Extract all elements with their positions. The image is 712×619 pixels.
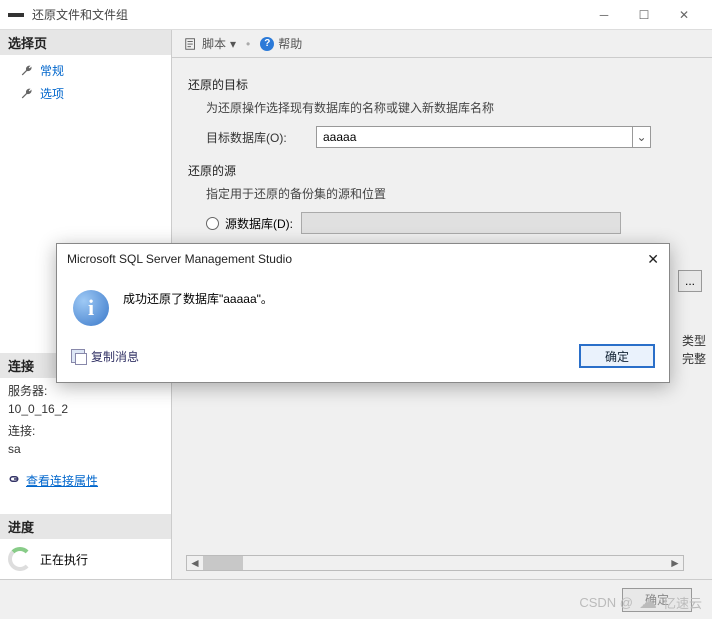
maximize-button[interactable]: ☐: [624, 1, 664, 29]
dialog-close-button[interactable]: ✕: [647, 251, 659, 268]
cloud-icon: ☁: [639, 592, 657, 613]
dialog-message: 成功还原了数据库"aaaaa"。: [123, 290, 273, 307]
scroll-thumb[interactable]: [203, 556, 243, 570]
close-button[interactable]: ✕: [664, 1, 704, 29]
dest-db-row: 目标数据库(O): ⌄: [206, 126, 696, 148]
sidebar-item-options[interactable]: 选项: [0, 82, 171, 105]
script-label: 脚本: [202, 35, 226, 52]
script-dropdown-icon: ▾: [230, 37, 236, 51]
dialog-footer: 复制消息 确定: [57, 336, 669, 382]
dialog-title: Microsoft SQL Server Management Studio: [67, 252, 292, 266]
connection-section: 服务器: 10_0_16_2 连接: sa 查看连接属性: [0, 378, 171, 496]
wrench-icon: [20, 64, 34, 78]
dest-db-label: 目标数据库(O):: [206, 129, 316, 146]
dest-group-title: 还原的目标: [188, 76, 696, 93]
copy-message-label: 复制消息: [91, 348, 139, 365]
src-db-row: 源数据库(D):: [206, 212, 696, 234]
src-group-sub: 指定用于还原的备份集的源和位置: [206, 185, 696, 202]
window-controls: ─ ☐ ✕: [584, 1, 704, 29]
info-icon: i: [73, 290, 109, 326]
success-dialog: Microsoft SQL Server Management Studio ✕…: [56, 243, 670, 383]
conn-label: 连接:: [8, 422, 163, 440]
partial-column-text: 类型 完整: [682, 332, 706, 368]
minimize-button[interactable]: ─: [584, 1, 624, 29]
dest-db-combo[interactable]: ⌄: [316, 126, 651, 148]
sidebar-item-label: 选项: [40, 85, 64, 102]
src-group-title: 还原的源: [188, 162, 696, 179]
progress-row: 正在执行: [0, 539, 171, 579]
watermark: CSDN @ ☁ 亿速云: [579, 592, 702, 613]
help-icon: ?: [260, 37, 274, 51]
server-value: 10_0_16_2: [8, 400, 163, 418]
chevron-down-icon[interactable]: ⌄: [632, 127, 650, 147]
toolbar-separator: •: [246, 37, 250, 51]
select-page-header: 选择页: [0, 30, 171, 55]
sidebar-item-general[interactable]: 常规: [0, 59, 171, 82]
window-titlebar: 还原文件和文件组 ─ ☐ ✕: [0, 0, 712, 30]
script-icon: [184, 37, 198, 51]
col-full-fragment: 完整: [682, 350, 706, 368]
link-icon: [8, 473, 20, 485]
script-button[interactable]: 脚本 ▾: [180, 33, 240, 54]
content-toolbar: 脚本 ▾ • ? 帮助: [172, 30, 712, 58]
src-db-radio-label: 源数据库(D):: [225, 215, 293, 232]
col-type-fragment: 类型: [682, 332, 706, 350]
horizontal-scrollbar[interactable]: ◄ ►: [186, 555, 684, 571]
view-connection-props-link[interactable]: 查看连接属性: [26, 472, 98, 490]
scroll-left-icon[interactable]: ◄: [187, 556, 203, 570]
wrench-icon: [20, 87, 34, 101]
dialog-ok-button[interactable]: 确定: [579, 344, 655, 368]
copy-icon: [71, 349, 85, 363]
watermark-prefix: CSDN @: [579, 595, 633, 610]
sidebar-item-label: 常规: [40, 62, 64, 79]
watermark-brand: 亿速云: [663, 593, 702, 612]
progress-text: 正在执行: [40, 551, 88, 568]
select-page-list: 常规 选项: [0, 55, 171, 109]
progress-spinner-icon: [8, 547, 32, 571]
dialog-titlebar: Microsoft SQL Server Management Studio ✕: [57, 244, 669, 274]
dialog-body: i 成功还原了数据库"aaaaa"。: [57, 274, 669, 336]
help-button[interactable]: ? 帮助: [256, 33, 306, 54]
dest-db-input[interactable]: [317, 127, 632, 147]
app-icon: [8, 13, 24, 17]
progress-header: 进度: [0, 514, 171, 539]
dest-group-sub: 为还原操作选择现有数据库的名称或键入新数据库名称: [206, 99, 696, 116]
src-db-radio[interactable]: [206, 217, 219, 230]
server-label: 服务器:: [8, 382, 163, 400]
src-db-disabled-combo: [301, 212, 621, 234]
browse-button[interactable]: ...: [678, 270, 702, 292]
window-title: 还原文件和文件组: [32, 6, 584, 23]
copy-message-link[interactable]: 复制消息: [71, 348, 139, 365]
scroll-right-icon[interactable]: ►: [667, 556, 683, 570]
help-label: 帮助: [278, 35, 302, 52]
scroll-track[interactable]: [203, 556, 667, 570]
conn-value: sa: [8, 440, 163, 458]
